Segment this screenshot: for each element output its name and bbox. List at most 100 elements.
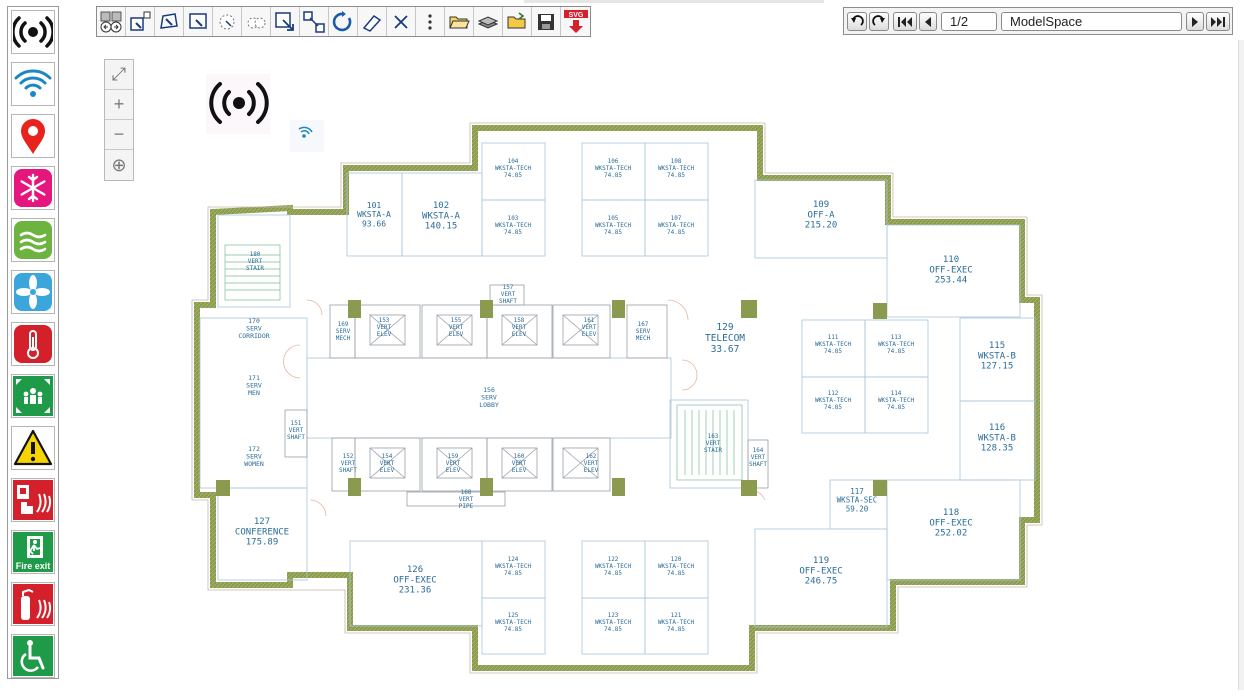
room-106-line-2: 74.85 — [604, 172, 622, 179]
room-119-line-0: 119 — [813, 556, 829, 566]
placed-wireless-icon[interactable] — [206, 74, 270, 134]
room-118-line-1: OFF-EXEC — [929, 518, 972, 528]
room-112-label: 112WKSTA-TECH74.85 — [815, 390, 852, 411]
room-168-label: 168VERTPIPE — [459, 489, 474, 510]
room-105-label: 105WKSTA-TECH74.85 — [595, 215, 632, 236]
room-129-line-2: 33.67 — [711, 344, 740, 355]
room-115-line-0: 115 — [989, 341, 1005, 351]
room-labels: 101WKSTA-A93.66102WKSTA-A140.15104WKSTA-… — [235, 158, 1016, 633]
elevator-shafts — [284, 284, 769, 507]
room-101-label: 101WKSTA-A93.66 — [357, 201, 391, 228]
room-164-line-2: SHAFT — [749, 461, 767, 468]
room-118-line-0: 118 — [943, 508, 959, 518]
room-118-line-2: 252.02 — [935, 529, 968, 539]
room-102-line-0: 102 — [433, 201, 449, 211]
room-101-line-1: WKSTA-A — [357, 210, 391, 219]
room-109-line-2: 215.20 — [805, 221, 838, 231]
room-158-label: 158VERTELEV — [512, 317, 527, 338]
room-161-label: 161VERTELEV — [582, 317, 597, 338]
room-161-line-2: ELEV — [582, 331, 597, 338]
room-102-line-2: 140.15 — [425, 222, 458, 232]
room-102-label: 102WKSTA-A140.15 — [422, 201, 461, 232]
floor-plan[interactable]: 101WKSTA-A93.66102WKSTA-A140.15104WKSTA-… — [0, 0, 1244, 696]
room-107-line-2: 74.85 — [667, 229, 685, 236]
room-167-label: 167SERVMECH — [636, 321, 651, 342]
room-121-line-2: 74.85 — [667, 626, 685, 633]
room-106-label: 106WKSTA-TECH74.85 — [595, 158, 632, 179]
room-180-line-2: STAIR — [246, 265, 264, 272]
room-109-line-1: OFF-A — [807, 210, 835, 220]
room-108-line-2: 74.85 — [667, 172, 685, 179]
room-162-label: 162VERTELEV — [584, 453, 599, 474]
room-169-label: 169SERVMECH — [336, 321, 351, 342]
room-113-label: 113WKSTA-TECH74.85 — [878, 334, 915, 355]
room-120-label: 120WKSTA-TECH74.85 — [658, 556, 695, 577]
room-158-line-2: ELEV — [512, 331, 527, 338]
room-114-line-2: 74.85 — [887, 404, 905, 411]
room-126-line-2: 231.36 — [399, 586, 432, 596]
room-102-line-1: WKSTA-A — [422, 211, 461, 221]
room-126-label: 126OFF-EXEC231.36 — [393, 565, 436, 596]
room-126-line-1: OFF-EXEC — [393, 575, 436, 585]
zoom-out-button[interactable]: − — [105, 120, 133, 150]
room-122-label: 122WKSTA-TECH74.85 — [595, 556, 632, 577]
room-172-label: 172SERVWOMEN — [244, 445, 264, 468]
room-105-line-2: 74.85 — [604, 229, 622, 236]
room-110-line-0: 110 — [943, 255, 959, 265]
room-127-line-1: CONFERENCE — [235, 527, 289, 537]
room-118-label: 118OFF-EXEC252.02 — [929, 508, 972, 539]
building-outer-line — [191, 122, 1043, 674]
room-155-label: 155VERTELEV — [449, 317, 464, 338]
room-127-line-0: 127 — [254, 517, 270, 527]
room-115-line-2: 127.15 — [981, 362, 1014, 372]
room-164-label: 164VERTSHAFT — [749, 447, 767, 468]
room-114-label: 114WKSTA-TECH74.85 — [878, 390, 915, 411]
room-125-label: 125WKSTA-TECH74.85 — [495, 612, 532, 633]
zoom-control: ⤢ + − ⊕ — [104, 59, 134, 181]
room-167-line-2: MECH — [636, 335, 651, 342]
placed-wifi-icon[interactable] — [290, 120, 324, 152]
room-111-line-2: 74.85 — [824, 348, 842, 355]
room-113-line-2: 74.85 — [887, 348, 905, 355]
room-112-line-2: 74.85 — [824, 404, 842, 411]
room-109-label: 109OFF-A215.20 — [805, 200, 838, 231]
room-155-line-2: ELEV — [449, 331, 464, 338]
room-116-line-1: WKSTA-B — [978, 433, 1016, 443]
room-170-line-2: CORRIDOR — [238, 332, 269, 340]
room-116-label: 116WKSTA-B128.35 — [978, 423, 1016, 454]
room-127-label: 127CONFERENCE175.89 — [235, 517, 289, 548]
room-115-label: 115WKSTA-B127.15 — [978, 341, 1016, 372]
room-170-label: 170SERVCORRIDOR — [238, 317, 269, 340]
room-110-line-1: OFF-EXEC — [929, 265, 972, 275]
room-117-line-2: 59.20 — [846, 504, 869, 513]
room-156-label: 156SERVLOBBY — [479, 386, 499, 409]
room-124-label: 124WKSTA-TECH74.85 — [495, 556, 532, 577]
room-104-label: 104WKSTA-TECH74.85 — [495, 158, 532, 179]
room-110-line-2: 253.44 — [935, 276, 968, 286]
room-116-line-0: 116 — [989, 423, 1005, 433]
room-172-line-2: WOMEN — [244, 460, 264, 468]
room-124-line-2: 74.85 — [504, 570, 522, 577]
zoom-fit-button[interactable]: ⤢ — [105, 60, 133, 90]
room-157-label: 157VERTSHAFT — [499, 284, 517, 305]
room-126-line-0: 126 — [407, 565, 423, 575]
room-154-label: 154VERTELEV — [380, 453, 395, 474]
zoom-in-button[interactable]: + — [105, 90, 133, 120]
room-171-line-2: MEN — [248, 389, 260, 397]
room-129-line-0: 129 — [716, 322, 733, 333]
zoom-search-button[interactable]: ⊕ — [105, 150, 133, 180]
room-101-line-2: 93.66 — [362, 219, 386, 228]
room-110-label: 110OFF-EXEC253.44 — [929, 255, 972, 286]
room-123-label: 123WKSTA-TECH74.85 — [595, 612, 632, 633]
room-153-label: 153VERTELEV — [377, 317, 392, 338]
room-162-line-2: ELEV — [584, 467, 599, 474]
room-120-line-2: 74.85 — [667, 570, 685, 577]
room-129-label: 129TELECOM33.67 — [705, 322, 745, 355]
room-156-line-2: LOBBY — [479, 401, 499, 409]
room-119-line-1: OFF-EXEC — [799, 566, 842, 576]
room-157-line-2: SHAFT — [499, 298, 517, 305]
room-151-label: 151VERTSHAFT — [287, 420, 305, 441]
room-101-line-0: 101 — [367, 201, 382, 210]
room-123-line-2: 74.85 — [604, 626, 622, 633]
room-163-line-2: STAIR — [704, 447, 722, 454]
